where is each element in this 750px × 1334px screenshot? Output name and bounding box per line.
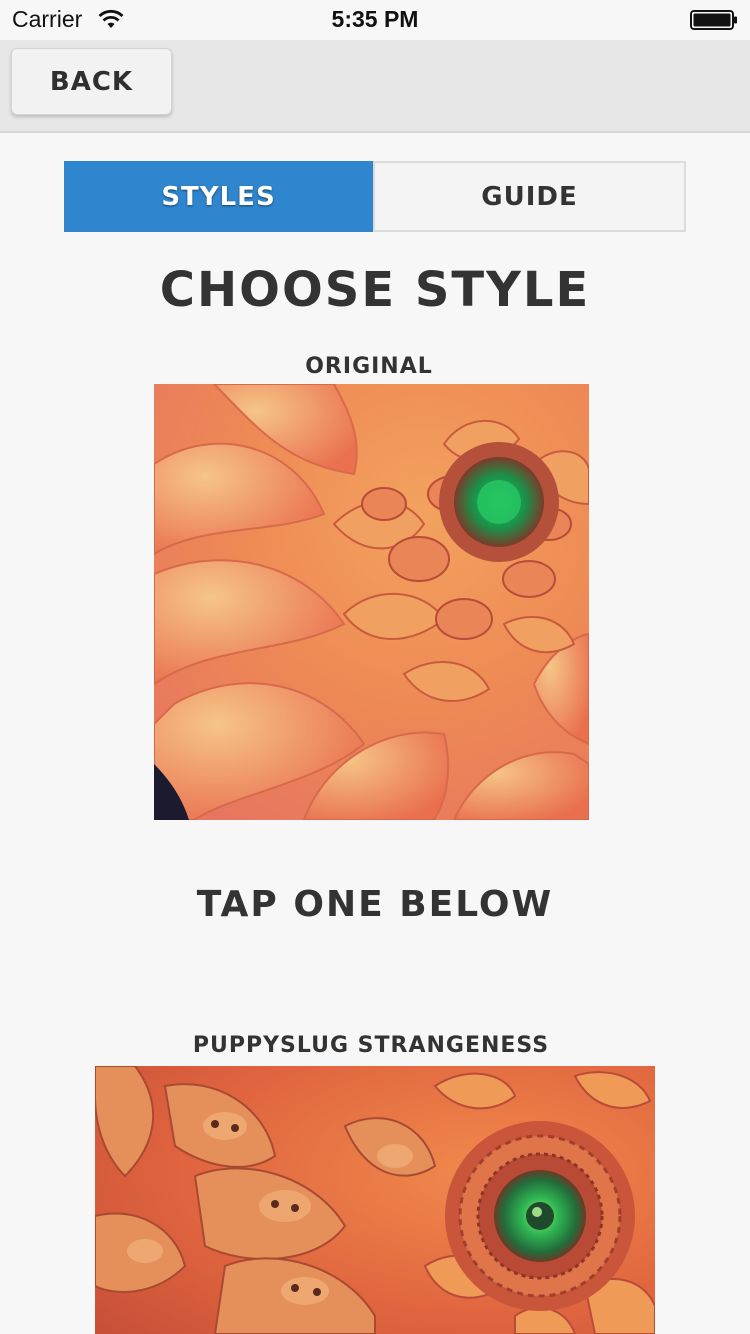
segmented-tabs: STYLES GUIDE <box>64 161 686 232</box>
back-button[interactable]: BACK <box>11 48 172 115</box>
status-bar: Carrier 5:35 PM <box>0 0 750 40</box>
original-image <box>154 384 589 820</box>
tab-styles[interactable]: STYLES <box>64 161 373 232</box>
battery-icon <box>690 10 738 30</box>
style-image-puppyslug[interactable] <box>95 1066 655 1334</box>
status-time: 5:35 PM <box>331 6 419 32</box>
original-label: ORIGINAL <box>305 354 433 379</box>
style-label-puppyslug: PUPPYSLUG STRANGENESS <box>192 1033 550 1058</box>
nav-bar: BACK <box>0 40 750 133</box>
page-title: CHOOSE STYLE <box>159 262 591 318</box>
tab-guide[interactable]: GUIDE <box>373 161 686 232</box>
tap-prompt: TAP ONE BELOW <box>196 884 554 925</box>
